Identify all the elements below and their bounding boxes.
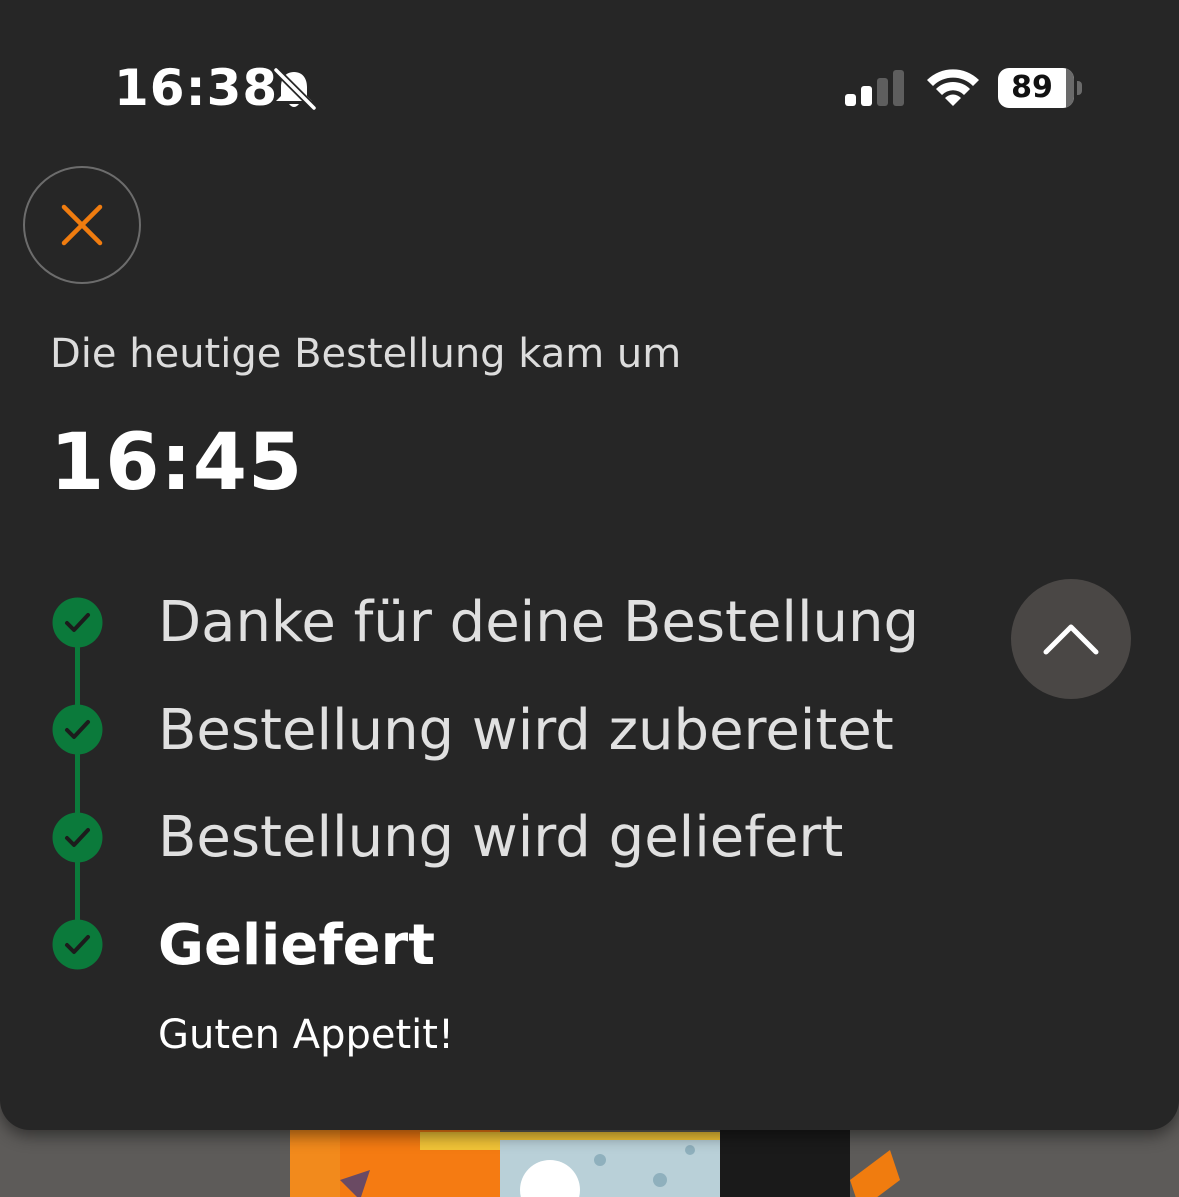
- delivery-subtitle: Die heutige Bestellung kam um: [50, 331, 682, 377]
- battery-icon: 89: [998, 68, 1084, 108]
- step-4-check-icon: [52, 919, 103, 970]
- collapse-button[interactable]: [1011, 579, 1131, 699]
- close-icon: [61, 204, 103, 246]
- step-1-label: Danke für deine Bestellung: [158, 590, 920, 655]
- status-bar-time: 16:38: [114, 59, 279, 117]
- progress-timeline-line: [75, 622, 80, 942]
- delivery-time: 16:45: [50, 418, 304, 508]
- step-4-label: Geliefert: [158, 913, 436, 978]
- current-step-note: Guten Appetit!: [158, 1012, 454, 1058]
- step-3-check-icon: [52, 812, 103, 863]
- bell-slash-icon: [273, 67, 317, 111]
- delivery-illustration: [290, 1130, 900, 1197]
- order-status-sheet: 16:38 89 Die heutige Bestellung kam um 1…: [0, 0, 1179, 1130]
- step-1-check-icon: [52, 597, 103, 648]
- step-3-label: Bestellung wird geliefert: [158, 805, 844, 870]
- cellular-signal-icon: [845, 70, 904, 106]
- step-2-label: Bestellung wird zubereitet: [158, 698, 894, 763]
- battery-level: 89: [1011, 70, 1053, 105]
- chevron-up-icon: [1043, 624, 1099, 655]
- close-button[interactable]: [23, 166, 141, 284]
- wifi-icon: [927, 69, 979, 106]
- step-2-check-icon: [52, 704, 103, 755]
